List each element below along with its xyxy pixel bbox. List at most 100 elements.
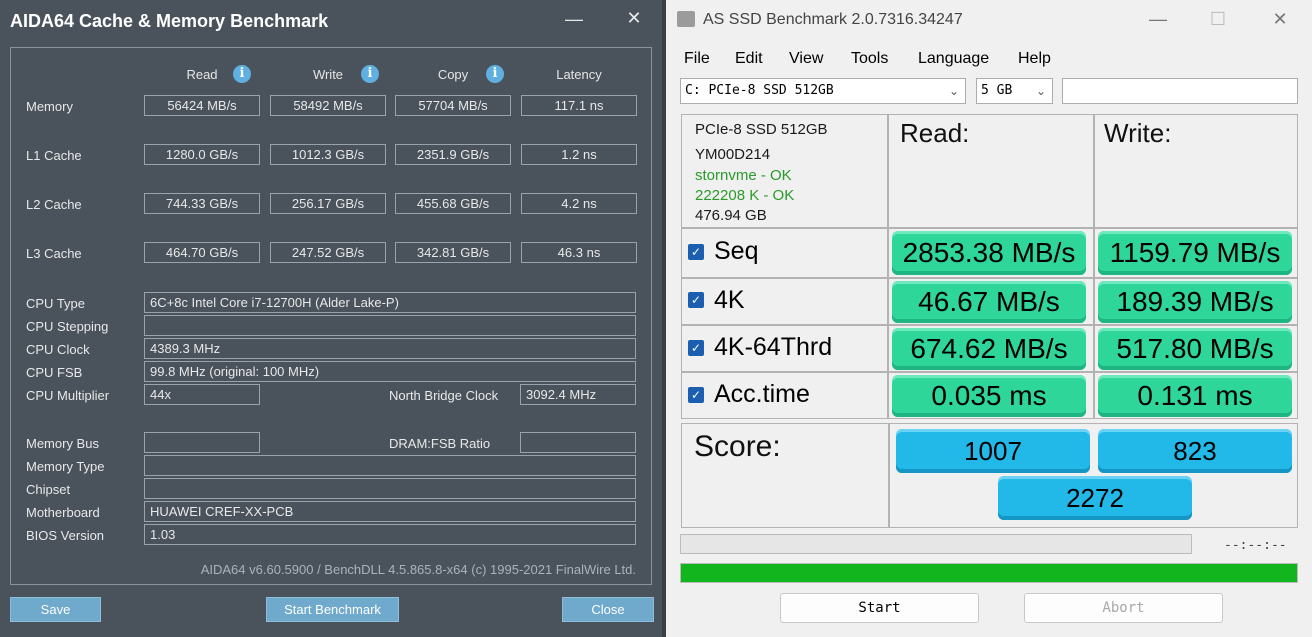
memory-type-value	[144, 455, 636, 476]
memory-read: 56424 MB/s	[144, 95, 260, 116]
close-icon[interactable]: ✕	[1268, 9, 1292, 30]
menu-tools[interactable]: Tools	[851, 50, 888, 68]
score-total: 2272	[998, 476, 1192, 520]
seq-read-result: 2853.38 MB/s	[892, 231, 1086, 275]
seq-checkbox[interactable]: ✓	[688, 244, 704, 260]
size-select[interactable]: 5 GB ⌄	[976, 78, 1053, 104]
l1-latency: 1.2 ns	[521, 144, 637, 165]
read-header: Read:	[900, 118, 970, 148]
4k64-checkbox[interactable]: ✓	[688, 340, 704, 356]
menu-edit[interactable]: Edit	[735, 50, 763, 68]
start-button[interactable]: Start	[780, 593, 979, 623]
cpu-stepping-label: CPU Stepping	[26, 319, 109, 334]
cpu-multiplier-value: 44x	[144, 384, 260, 405]
drive-firmware: YM00D214	[695, 146, 771, 163]
read-info-icon[interactable]: i	[233, 65, 251, 83]
drive-driver: stornvme - OK	[695, 167, 792, 184]
seq-label-cell	[681, 228, 888, 278]
extra-field	[1062, 78, 1298, 104]
score-write: 823	[1098, 429, 1292, 473]
drive-select-value: C: PCIe-8 SSD 512GB	[685, 83, 834, 98]
cpu-stepping-value	[144, 315, 636, 336]
app-icon	[677, 11, 695, 27]
motherboard-value: HUAWEI CREF-XX-PCB	[144, 501, 636, 522]
l2-latency: 4.2 ns	[521, 193, 637, 214]
menu-view[interactable]: View	[789, 50, 823, 68]
write-info-icon[interactable]: i	[361, 65, 379, 83]
l3-latency: 46.3 ns	[521, 242, 637, 263]
drive-model: PCIe-8 SSD 512GB	[695, 121, 828, 138]
memory-bus-value	[144, 432, 260, 453]
memory-write: 58492 MB/s	[270, 95, 386, 116]
aida64-title: AIDA64 Cache & Memory Benchmark	[10, 11, 329, 31]
cpu-clock-value: 4389.3 MHz	[144, 338, 636, 359]
start-benchmark-button[interactable]: Start Benchmark	[266, 597, 399, 622]
memory-copy: 57704 MB/s	[395, 95, 511, 116]
drive-capacity: 476.94 GB	[695, 207, 767, 224]
row-label-l2: L2 Cache	[26, 197, 82, 212]
drive-alignment: 222208 K - OK	[695, 187, 795, 204]
score-read: 1007	[896, 429, 1090, 473]
cpu-fsb-label: CPU FSB	[26, 365, 83, 380]
acctime-write-result: 0.131 ms	[1098, 375, 1292, 417]
elapsed-time: --:--:--	[1224, 538, 1287, 553]
drive-select[interactable]: C: PCIe-8 SSD 512GB ⌄	[680, 78, 966, 104]
cpu-fsb-value: 99.8 MHz (original: 100 MHz)	[144, 361, 636, 382]
4k64-label: 4K-64Thrd	[714, 333, 833, 361]
l1-copy: 2351.9 GB/s	[395, 144, 511, 165]
4k64-write-result: 517.80 MB/s	[1098, 328, 1292, 370]
acctime-checkbox[interactable]: ✓	[688, 387, 704, 403]
progress-bar-bottom-fill	[681, 564, 1297, 582]
4k64-read-result: 674.62 MB/s	[892, 328, 1086, 370]
bios-label: BIOS Version	[26, 528, 105, 543]
l1-read: 1280.0 GB/s	[144, 144, 260, 165]
l1-write: 1012.3 GB/s	[270, 144, 386, 165]
nb-clock-value: 3092.4 MHz	[520, 384, 636, 405]
menu-help[interactable]: Help	[1018, 50, 1051, 68]
l2-read: 744.33 GB/s	[144, 193, 260, 214]
chevron-down-icon: ⌄	[948, 84, 959, 98]
memory-bus-label: Memory Bus	[26, 436, 99, 451]
as-ssd-window: AS SSD Benchmark 2.0.7316.34247 — ☐ ✕ Fi…	[666, 0, 1312, 637]
seq-write-result: 1159.79 MB/s	[1098, 231, 1292, 275]
menu-file[interactable]: File	[684, 50, 710, 68]
4k-checkbox[interactable]: ✓	[688, 292, 704, 308]
l3-copy: 342.81 GB/s	[395, 242, 511, 263]
memory-latency: 117.1 ns	[521, 95, 637, 116]
seq-label: Seq	[714, 237, 759, 265]
menu-language[interactable]: Language	[918, 50, 989, 68]
cpu-clock-label: CPU Clock	[26, 342, 90, 357]
header-latency: Latency	[556, 67, 602, 82]
acctime-label: Acc.time	[714, 380, 810, 408]
size-select-value: 5 GB	[981, 83, 1013, 98]
maximize-icon[interactable]: ☐	[1206, 9, 1230, 30]
cpu-type-value: 6C+8c Intel Core i7-12700H (Alder Lake-P…	[144, 292, 636, 313]
chevron-down-icon: ⌄	[1035, 84, 1046, 98]
l2-write: 256.17 GB/s	[270, 193, 386, 214]
chipset-label: Chipset	[26, 482, 71, 497]
aida64-window: AIDA64 Cache & Memory Benchmark — ✕ Read…	[0, 0, 662, 637]
close-icon[interactable]: ✕	[624, 9, 644, 27]
4k-label-cell	[681, 278, 888, 325]
abort-button[interactable]: Abort	[1024, 593, 1223, 623]
bios-value: 1.03	[144, 524, 636, 545]
l2-copy: 455.68 GB/s	[395, 193, 511, 214]
4k-write-result: 189.39 MB/s	[1098, 281, 1292, 323]
progress-bar-top	[680, 534, 1192, 554]
minimize-icon[interactable]: —	[1146, 9, 1170, 30]
row-label-memory: Memory	[26, 99, 73, 114]
minimize-icon[interactable]: —	[564, 10, 584, 28]
row-label-l1: L1 Cache	[26, 148, 82, 163]
row-label-l3: L3 Cache	[26, 246, 82, 261]
copy-info-icon[interactable]: i	[486, 65, 504, 83]
l3-read: 464.70 GB/s	[144, 242, 260, 263]
aida64-footer: AIDA64 v6.60.5900 / BenchDLL 4.5.865.8-x…	[200, 562, 636, 577]
as-ssd-title: AS SSD Benchmark 2.0.7316.34247	[703, 11, 963, 28]
score-label: Score:	[694, 430, 781, 463]
progress-bar-bottom	[680, 563, 1298, 583]
4k-label: 4K	[714, 286, 745, 314]
nb-clock-label: North Bridge Clock	[389, 388, 499, 403]
save-button[interactable]: Save	[10, 597, 101, 622]
aida-close-button[interactable]: Close	[562, 597, 654, 622]
l3-write: 247.52 GB/s	[270, 242, 386, 263]
